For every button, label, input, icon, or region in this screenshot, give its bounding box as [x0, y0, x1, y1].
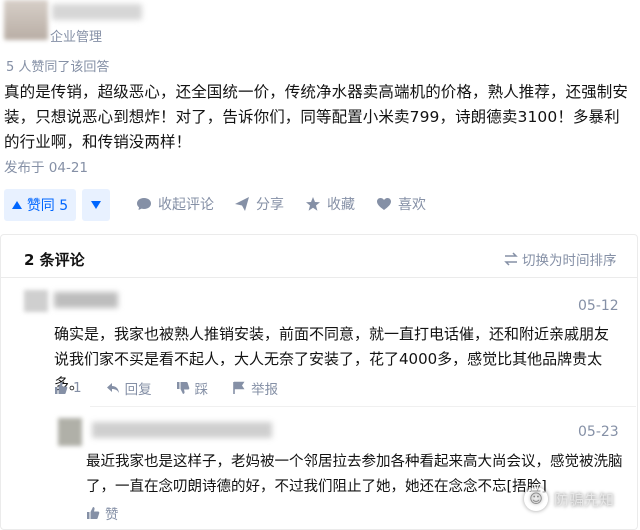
- favorite-button[interactable]: 收藏: [305, 194, 355, 214]
- comment-like-button[interactable]: 1: [54, 380, 82, 396]
- comment-like-button[interactable]: 赞: [86, 503, 119, 523]
- comment-bubble-icon: [137, 198, 151, 210]
- sort-toggle-label: 切换为时间排序: [522, 253, 617, 269]
- watermark-logo-icon: ☺: [524, 487, 548, 511]
- flag-icon: [233, 381, 245, 394]
- like-button[interactable]: 喜欢: [376, 194, 426, 214]
- star-icon: [306, 197, 320, 211]
- answer-content: 真的是传销，超级恶心，还全国统一价，传统净水器卖高端机的价格，熟人推荐，还强制安…: [4, 83, 629, 151]
- favorite-label: 收藏: [327, 197, 355, 213]
- author-headline: 企业管理: [50, 30, 103, 45]
- upvoters-note[interactable]: 5 人赞同了该回答: [6, 56, 109, 75]
- thumbs-up-icon: [87, 507, 100, 519]
- reply-button[interactable]: 回复: [106, 378, 152, 398]
- comment-like-count: 1: [73, 380, 82, 396]
- commenter-name-redacted[interactable]: [54, 292, 118, 308]
- comment-date: 05-12: [578, 298, 619, 314]
- reply-label: 回复: [124, 382, 152, 398]
- collapse-comments-button[interactable]: 收起评论: [136, 194, 214, 214]
- heart-icon: [377, 198, 391, 210]
- triangle-up-icon: [11, 201, 22, 209]
- paper-plane-icon: [235, 197, 249, 211]
- commenter-avatar[interactable]: [24, 290, 48, 312]
- commenter-avatar[interactable]: [58, 418, 82, 446]
- dislike-button[interactable]: 踩: [176, 378, 209, 398]
- watermark: ☺ 防骗先知: [524, 487, 614, 511]
- reply-arrow-icon: [106, 383, 119, 393]
- comment-date: 05-23: [578, 424, 619, 440]
- divider: [90, 406, 636, 407]
- comment-actions: 1 回复 踩 举报: [54, 378, 278, 398]
- triangle-down-icon: [91, 201, 101, 209]
- commenter-name-redacted[interactable]: [92, 422, 272, 438]
- upvote-label: 赞同 5: [26, 198, 69, 214]
- swap-arrows-icon: [504, 252, 518, 266]
- collapse-comments-label: 收起评论: [158, 197, 214, 213]
- comment-count: 2 条评论: [24, 251, 85, 269]
- thumbs-down-icon: [176, 382, 189, 394]
- share-label: 分享: [256, 197, 284, 213]
- thumbs-up-icon: [55, 382, 68, 394]
- divider: [1, 277, 637, 278]
- upvote-button[interactable]: 赞同 5: [4, 189, 76, 221]
- watermark-text: 防骗先知: [554, 490, 615, 509]
- author-avatar[interactable]: [4, 0, 48, 40]
- share-button[interactable]: 分享: [234, 194, 284, 214]
- report-button[interactable]: 举报: [232, 378, 278, 398]
- author-name-redacted[interactable]: [52, 4, 142, 20]
- published-date[interactable]: 发布于 04-21: [4, 156, 88, 176]
- comment-like-label: 赞: [105, 507, 119, 523]
- sort-toggle-button[interactable]: 切换为时间排序: [504, 249, 617, 269]
- like-label: 喜欢: [398, 197, 426, 213]
- downvote-button[interactable]: [82, 189, 110, 221]
- dislike-label: 踩: [194, 382, 209, 398]
- report-label: 举报: [251, 382, 279, 398]
